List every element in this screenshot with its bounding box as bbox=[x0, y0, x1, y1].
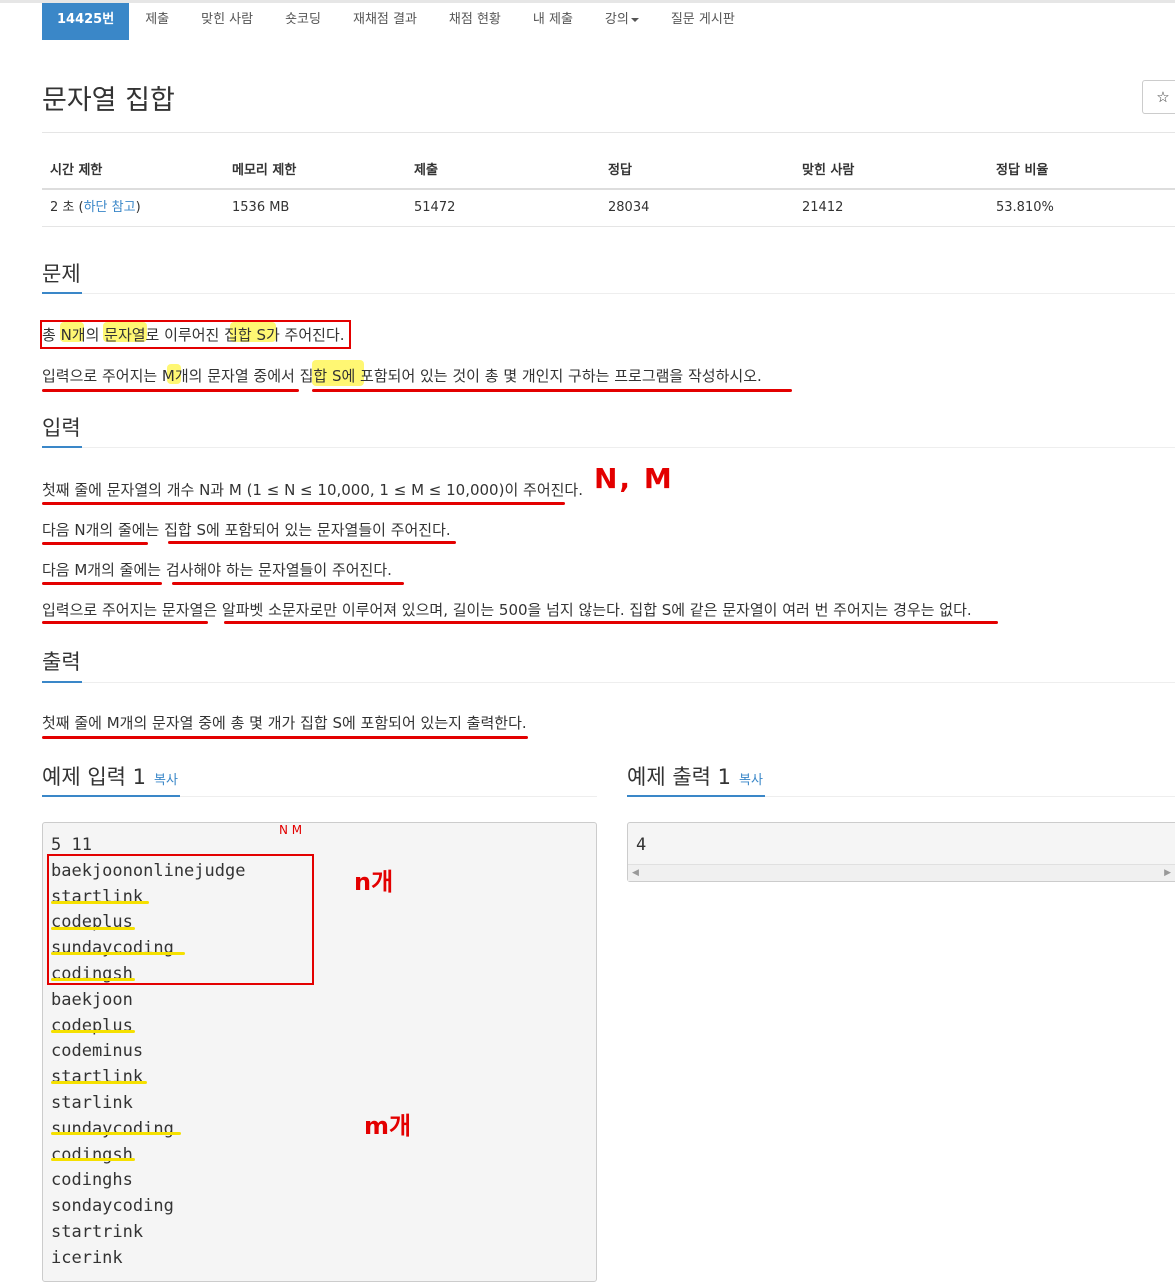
memory-limit-value: 1536 MB bbox=[232, 200, 290, 215]
problem-nav: 14425번 제출 맞힌 사람 숏코딩 재채점 결과 채점 현황 내 제출 강의… bbox=[42, 3, 751, 40]
annotation-underline bbox=[51, 1030, 135, 1033]
accepted-value: 28034 bbox=[608, 200, 650, 215]
annotation-underline bbox=[51, 1081, 147, 1084]
header-ratio: 정답 비율 bbox=[996, 163, 1049, 178]
nav-lectures[interactable]: 강의 bbox=[589, 3, 655, 40]
page-title: 문자열 집합 bbox=[42, 85, 175, 116]
input-line-1: 첫째 줄에 문자열의 개수 N과 M (1 ≤ N ≤ 10,000, 1 ≤ … bbox=[42, 481, 583, 499]
header-accepted: 정답 bbox=[608, 163, 632, 178]
ratio-value: 53.810% bbox=[996, 200, 1054, 215]
nav-problem-number[interactable]: 14425번 bbox=[42, 3, 130, 40]
section-divider bbox=[42, 682, 1175, 683]
annotation-underline bbox=[224, 621, 998, 624]
copy-sample-output-button[interactable]: 복사 bbox=[739, 773, 763, 788]
annotation-m-count: m개 bbox=[364, 1112, 412, 1140]
annotation-underline bbox=[42, 389, 299, 392]
nav-solved-users[interactable]: 맞힌 사람 bbox=[185, 3, 269, 40]
annotation-nm-small: N M bbox=[279, 823, 303, 837]
sample-output-heading: 예제 출력 1 복사 bbox=[627, 765, 763, 789]
solved-value: 21412 bbox=[802, 200, 844, 215]
title-divider bbox=[42, 132, 1175, 133]
output-heading: 출력 bbox=[42, 650, 81, 674]
section-divider bbox=[42, 447, 1175, 448]
nav-lectures-label: 강의 bbox=[604, 12, 629, 27]
annotation-n-count: n개 bbox=[354, 868, 394, 896]
submissions-value: 51472 bbox=[414, 200, 456, 215]
header-memory-limit: 메모리 제한 bbox=[232, 163, 297, 178]
header-submissions: 제출 bbox=[414, 163, 438, 178]
copy-sample-input-button[interactable]: 복사 bbox=[154, 773, 178, 788]
annotation-underline bbox=[42, 736, 528, 739]
annotation-underline bbox=[51, 927, 135, 930]
problem-info-table: 시간 제한 메모리 제한 제출 정답 맞힌 사람 정답 비율 2 초 (하단 참… bbox=[42, 152, 1175, 227]
scroll-left-icon[interactable]: ◀ bbox=[632, 868, 639, 878]
annotation-underline bbox=[42, 621, 208, 624]
header-solved: 맞힌 사람 bbox=[802, 163, 855, 178]
sample-input-heading: 예제 입력 1 복사 bbox=[42, 765, 178, 789]
annotation-underline bbox=[42, 502, 565, 505]
section-underline bbox=[42, 795, 180, 797]
annotation-underline bbox=[168, 541, 456, 544]
horizontal-scrollbar[interactable]: ◀ ▶ bbox=[628, 864, 1175, 881]
info-header-row: 시간 제한 메모리 제한 제출 정답 맞힌 사람 정답 비율 bbox=[42, 152, 1175, 190]
annotation-nm: N, M bbox=[594, 462, 674, 495]
scroll-right-icon[interactable]: ▶ bbox=[1164, 868, 1171, 878]
input-heading: 입력 bbox=[42, 416, 81, 440]
time-limit-value: 2 초 (하단 참고) bbox=[50, 200, 141, 215]
output-line-1: 첫째 줄에 M개의 문자열 중에 총 몇 개가 집합 S에 포함되어 있는지 출… bbox=[42, 714, 527, 732]
nav-submit[interactable]: 제출 bbox=[129, 3, 185, 40]
annotation-underline bbox=[51, 978, 135, 981]
annotation-underline bbox=[42, 582, 162, 585]
nav-qna-board[interactable]: 질문 게시판 bbox=[655, 3, 751, 40]
nav-rejudge[interactable]: 재채점 결과 bbox=[337, 3, 433, 40]
annotation-underline bbox=[51, 901, 149, 904]
annotation-underline bbox=[51, 1132, 181, 1135]
star-icon[interactable]: ☆ bbox=[1142, 80, 1175, 114]
annotation-underline bbox=[42, 542, 148, 545]
annotation-underline bbox=[312, 389, 792, 392]
input-line-2: 다음 N개의 줄에는 집합 S에 포함되어 있는 문자열들이 주어진다. bbox=[42, 521, 451, 539]
header-time-limit: 시간 제한 bbox=[50, 163, 103, 178]
annotation-underline bbox=[172, 582, 404, 585]
problem-line-2: 입력으로 주어지는 M개의 문자열 중에서 집합 S에 포함되어 있는 것이 총… bbox=[42, 367, 762, 385]
nav-my-submissions[interactable]: 내 제출 bbox=[517, 3, 589, 40]
annotation-box bbox=[40, 320, 351, 349]
nav-short-coding[interactable]: 숏코딩 bbox=[269, 3, 337, 40]
info-data-row: 2 초 (하단 참고) 1536 MB 51472 28034 21412 53… bbox=[42, 190, 1175, 227]
annotation-underline bbox=[51, 952, 185, 955]
annotation-underline bbox=[51, 1158, 135, 1161]
caret-down-icon bbox=[630, 17, 639, 22]
section-underline bbox=[42, 292, 82, 294]
time-limit-note-link[interactable]: 하단 참고 bbox=[84, 200, 136, 215]
annotation-box bbox=[47, 854, 314, 985]
section-underline bbox=[42, 681, 82, 683]
problem-heading: 문제 bbox=[42, 262, 81, 286]
input-line-4: 입력으로 주어지는 문자열은 알파벳 소문자로만 이루어져 있으며, 길이는 5… bbox=[42, 601, 972, 619]
section-divider bbox=[42, 293, 1175, 294]
section-underline bbox=[627, 795, 765, 797]
nav-status[interactable]: 채점 현황 bbox=[433, 3, 517, 40]
section-underline bbox=[42, 446, 82, 448]
input-line-3: 다음 M개의 줄에는 검사해야 하는 문자열들이 주어진다. bbox=[42, 561, 392, 579]
